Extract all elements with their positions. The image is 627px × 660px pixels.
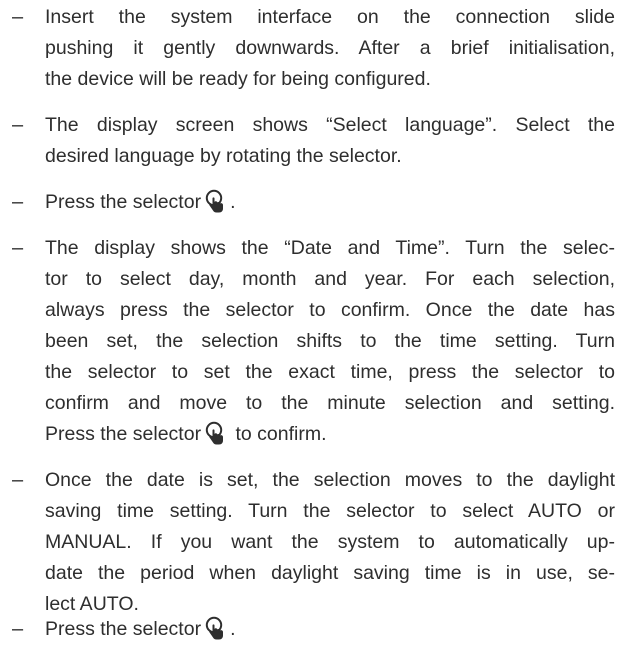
text-line: Press the selector to confirm. bbox=[45, 419, 615, 450]
text-line: MANUAL. If you want the system to automa… bbox=[45, 531, 615, 553]
instruction-list: – Insert the system interface on the con… bbox=[0, 0, 627, 660]
text-line: Insert the system interface on the conne… bbox=[45, 6, 615, 28]
text-line: Once the date is set, the selection move… bbox=[45, 469, 615, 491]
text-line: confirm and move to the minute selection… bbox=[45, 392, 615, 414]
bullet-dash: – bbox=[12, 191, 24, 213]
text-line: The display shows the “Date and Time”. T… bbox=[45, 237, 615, 259]
text-line: Press the selector. bbox=[45, 614, 615, 645]
press-selector-hand-icon bbox=[205, 189, 224, 213]
period-text: . bbox=[230, 191, 236, 213]
bullet-dash: – bbox=[12, 469, 24, 491]
text-line: tor to select day, month and year. For e… bbox=[45, 268, 615, 290]
text-line: desired language by rotating the selecto… bbox=[45, 145, 402, 167]
text-line: the device will be ready for being confi… bbox=[45, 68, 431, 90]
confirm-text: to confirm. bbox=[235, 423, 327, 445]
text-line: date the period when daylight saving tim… bbox=[45, 562, 615, 584]
text-line: always press the selector to confirm. On… bbox=[45, 299, 615, 321]
press-selector-text: Press the selector bbox=[45, 191, 202, 213]
bullet-dash: – bbox=[12, 114, 24, 136]
text-line: the selector to set the exact time, pres… bbox=[45, 361, 615, 383]
text-line: The display screen shows “Select languag… bbox=[45, 114, 615, 136]
press-selector-text: Press the selector bbox=[45, 423, 202, 445]
text-line: Press the selector. bbox=[45, 187, 615, 218]
bullet-dash: – bbox=[12, 618, 24, 640]
bullet-dash: – bbox=[12, 237, 24, 259]
text-line: saving time setting. Turn the selector t… bbox=[45, 500, 615, 522]
period-text: . bbox=[230, 618, 236, 640]
press-selector-text: Press the selector bbox=[45, 618, 202, 640]
text-line: been set, the selection shifts to the ti… bbox=[45, 330, 615, 352]
bullet-dash: – bbox=[12, 6, 24, 28]
text-line: pushing it gently downwards. After a bri… bbox=[45, 37, 615, 59]
press-selector-hand-icon bbox=[205, 421, 224, 445]
press-selector-hand-icon bbox=[205, 616, 224, 640]
